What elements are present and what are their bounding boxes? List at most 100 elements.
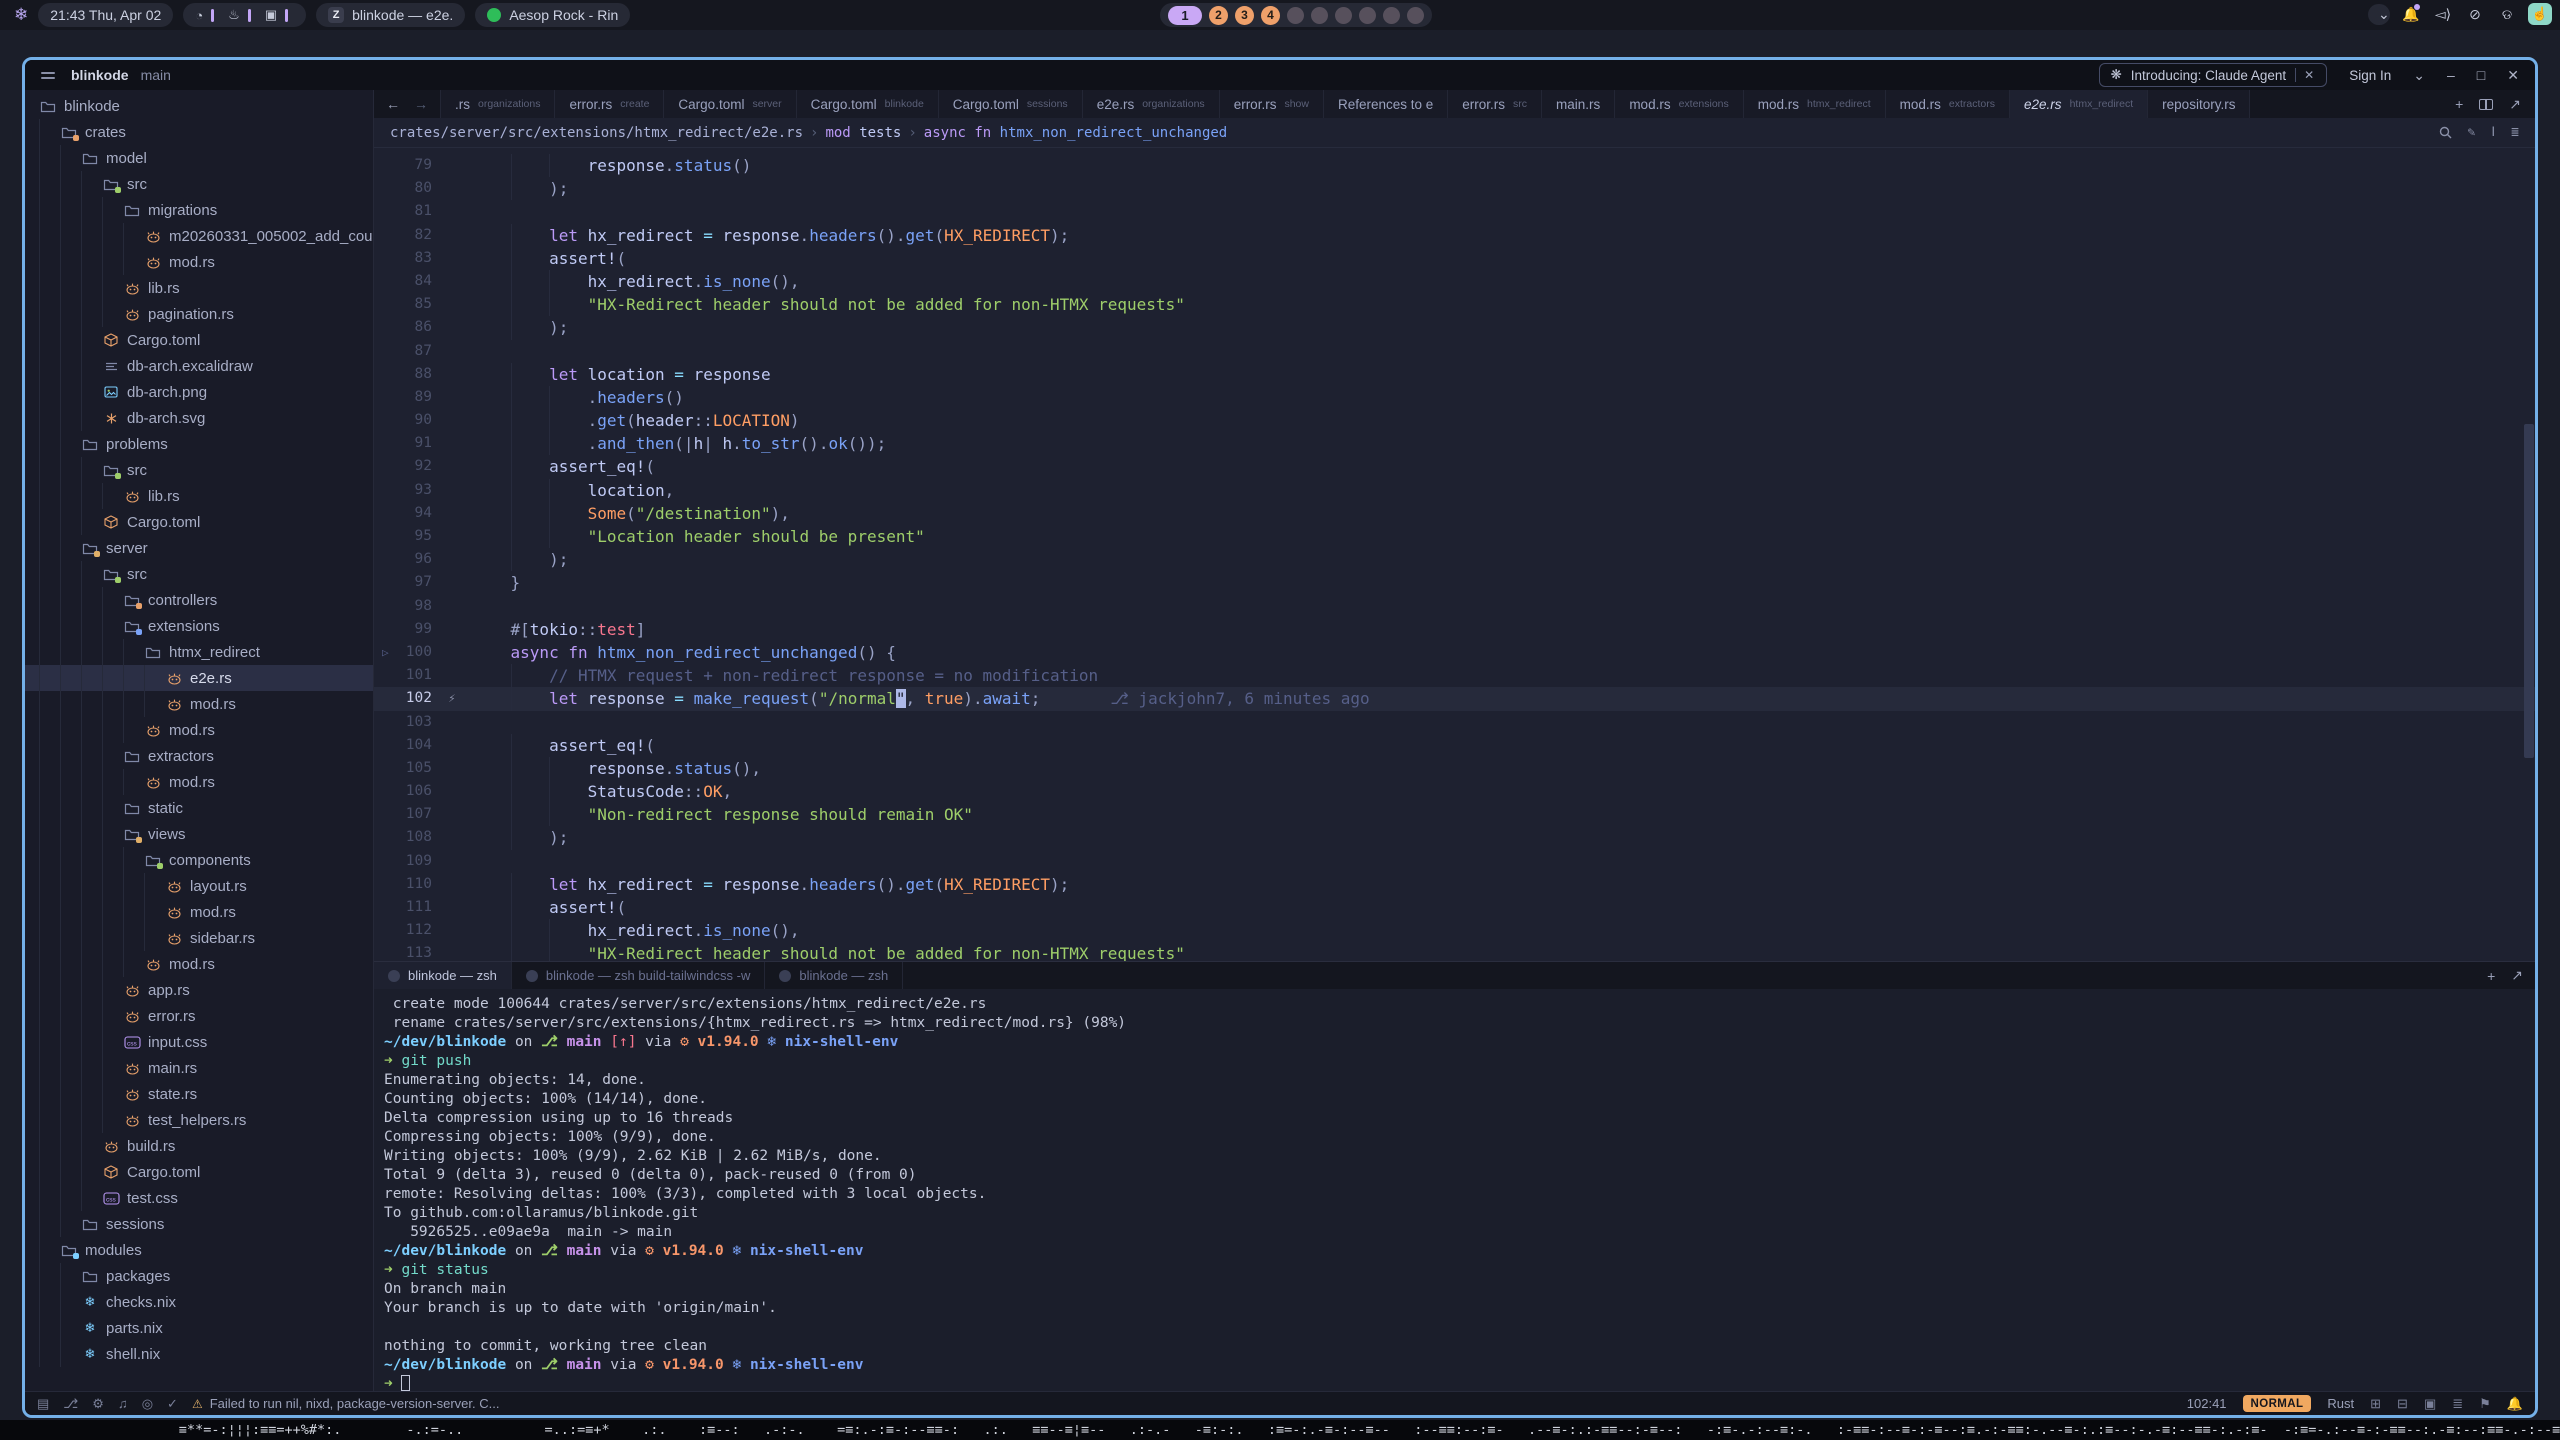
code-line-100[interactable]: ▷100 async fn htmx_non_redirect_unchange… xyxy=(374,641,2535,664)
code-line-93[interactable]: 93 location, xyxy=(374,479,2535,502)
close-button[interactable]: ✕ xyxy=(2507,67,2519,84)
workspace-empty[interactable] xyxy=(1287,7,1304,24)
tree-item-controllers[interactable]: controllers xyxy=(25,587,373,613)
code-line-83[interactable]: 83 assert!( xyxy=(374,247,2535,270)
banner-close-icon[interactable]: ✕ xyxy=(2295,68,2322,82)
editor-scrollbar-thumb[interactable] xyxy=(2524,424,2534,757)
zoom-pane-icon[interactable]: ↗ xyxy=(2509,96,2521,113)
tree-item-state.rs[interactable]: state.rs xyxy=(25,1081,373,1107)
editor-menu-icon[interactable]: ≣ xyxy=(2511,125,2519,140)
buffer-search-icon[interactable] xyxy=(2439,126,2452,139)
tab-e2e.rs[interactable]: e2e.rsorganizations xyxy=(1083,90,1220,118)
tab-main.rs[interactable]: main.rs xyxy=(1542,90,1615,118)
tree-item-mod.rs[interactable]: mod.rs xyxy=(25,717,373,743)
grid-icon[interactable]: ⊞ xyxy=(2370,1396,2381,1412)
tree-item-mod.rs[interactable]: mod.rs xyxy=(25,899,373,925)
cursor-info-icon[interactable]: Ⅰ xyxy=(2491,125,2495,140)
tree-item-test.css[interactable]: csstest.css xyxy=(25,1185,373,1211)
tree-item-mod.rs[interactable]: mod.rs xyxy=(25,951,373,977)
breadcrumb-fn-name[interactable]: htmx_non_redirect_unchanged xyxy=(1000,125,1228,141)
distro-logo-icon[interactable]: ❄ xyxy=(14,5,28,25)
tree-item-layout.rs[interactable]: layout.rs xyxy=(25,873,373,899)
owl-icon[interactable]: ଡ xyxy=(2496,6,2518,23)
git-branch-icon[interactable]: ⎇ xyxy=(63,1396,78,1412)
tree-item-views[interactable]: views xyxy=(25,821,373,847)
code-line-91[interactable]: 91 .and_then(|h| h.to_str().ok()); xyxy=(374,432,2535,455)
cursor-position[interactable]: 102:41 xyxy=(2187,1396,2227,1411)
tree-item-checks.nix[interactable]: ❄checks.nix xyxy=(25,1289,373,1315)
workspace-empty[interactable] xyxy=(1335,7,1352,24)
workspace-2[interactable]: 2 xyxy=(1209,6,1228,25)
code-line-109[interactable]: 109 xyxy=(374,850,2535,873)
tree-item-pagination.rs[interactable]: pagination.rs xyxy=(25,301,373,327)
tree-item-static[interactable]: static xyxy=(25,795,373,821)
workspace-empty[interactable] xyxy=(1407,7,1424,24)
tree-item-extractors[interactable]: extractors xyxy=(25,743,373,769)
workspace-empty[interactable] xyxy=(1311,7,1328,24)
media-widget[interactable]: Aesop Rock - Rin xyxy=(475,3,630,27)
code-line-99[interactable]: 99 #[tokio::test] xyxy=(374,618,2535,641)
minimize-button[interactable]: – xyxy=(2447,67,2455,83)
tab-.rs[interactable]: .rsorganizations xyxy=(441,90,555,118)
tree-item-db-arch.svg[interactable]: db-arch.svg xyxy=(25,405,373,431)
tree-item-src[interactable]: src xyxy=(25,171,373,197)
code-line-81[interactable]: 81 xyxy=(374,200,2535,223)
breadcrumb-mod-name[interactable]: tests xyxy=(859,125,901,141)
tree-item-db-arch.excalidraw[interactable]: db-arch.excalidraw xyxy=(25,353,373,379)
code-line-86[interactable]: 86 ); xyxy=(374,316,2535,339)
tree-item-build.rs[interactable]: build.rs xyxy=(25,1133,373,1159)
tree-item-extensions[interactable]: extensions xyxy=(25,613,373,639)
stats-widget[interactable]: ◔ ♨ ▣ xyxy=(183,3,306,27)
code-line-84[interactable]: 84 hx_redirect.is_none(), xyxy=(374,270,2535,293)
sign-in-button[interactable]: Sign In xyxy=(2349,68,2391,83)
claude-agent-banner[interactable]: ❋ Introducing: Claude Agent ✕ xyxy=(2099,63,2327,87)
code-line-82[interactable]: 82 let hx_redirect = response.headers().… xyxy=(374,224,2535,247)
app-menu-icon[interactable] xyxy=(41,72,55,79)
lsp-warning[interactable]: ⚠ Failed to run nil, nixd, package-versi… xyxy=(192,1396,500,1411)
panel-toggle-icon[interactable]: ▤ xyxy=(37,1396,49,1412)
tree-item-src[interactable]: src xyxy=(25,457,373,483)
tree-item-shell.nix[interactable]: ❄shell.nix xyxy=(25,1341,373,1367)
tab-repository.rs[interactable]: repository.rs xyxy=(2148,90,2250,118)
code-line-97[interactable]: 97 } xyxy=(374,571,2535,594)
run-test-icon[interactable]: ▷ xyxy=(382,641,389,664)
user-menu-chevron-icon[interactable]: ⌄ xyxy=(2413,67,2425,84)
tree-item-mod.rs[interactable]: mod.rs xyxy=(25,249,373,275)
code-line-98[interactable]: 98 xyxy=(374,595,2535,618)
inline-assist-icon[interactable]: ✎ xyxy=(2468,125,2476,140)
tree-item-app.rs[interactable]: app.rs xyxy=(25,977,373,1003)
tree-item-sidebar.rs[interactable]: sidebar.rs xyxy=(25,925,373,951)
code-line-111[interactable]: 111 assert!( xyxy=(374,896,2535,919)
active-window-widget[interactable]: Z blinkode — e2e. xyxy=(316,3,465,27)
workspace-empty[interactable] xyxy=(1383,7,1400,24)
code-line-112[interactable]: 112 hx_redirect.is_none(), xyxy=(374,919,2535,942)
tree-item-Cargo.toml[interactable]: Cargo.toml xyxy=(25,509,373,535)
project-name[interactable]: blinkode xyxy=(71,67,129,83)
tab-error.rs[interactable]: error.rsshow xyxy=(1220,90,1324,118)
tab-Cargo.toml[interactable]: Cargo.tomlblinkode xyxy=(797,90,939,118)
code-line-102[interactable]: 102⚡ let response = make_request("/norma… xyxy=(374,687,2535,710)
terminal-tab[interactable]: blinkode — zsh build-tailwindcss -w xyxy=(512,962,765,989)
code-line-90[interactable]: 90 .get(header::LOCATION) xyxy=(374,409,2535,432)
tree-item-blinkode[interactable]: blinkode xyxy=(25,93,373,119)
tab-e2e.rs[interactable]: e2e.rshtmx_redirect xyxy=(2010,90,2148,118)
settings-gear-icon[interactable]: ⚙ xyxy=(92,1396,104,1412)
maximize-button[interactable]: □ xyxy=(2477,67,2485,83)
tab-References-to-e[interactable]: References to e xyxy=(1324,90,1448,118)
tree-item-lib.rs[interactable]: lib.rs xyxy=(25,483,373,509)
tree-item-server[interactable]: server xyxy=(25,535,373,561)
workspace-empty[interactable] xyxy=(1359,7,1376,24)
code-line-92[interactable]: 92 assert_eq!( xyxy=(374,455,2535,478)
workspace-3[interactable]: 3 xyxy=(1235,6,1254,25)
tree-item-sessions[interactable]: sessions xyxy=(25,1211,373,1237)
code-line-110[interactable]: 110 let hx_redirect = response.headers()… xyxy=(374,873,2535,896)
tree-item-migrations[interactable]: migrations xyxy=(25,197,373,223)
code-line-105[interactable]: 105 response.status(), xyxy=(374,757,2535,780)
tree-item-problems[interactable]: problems xyxy=(25,431,373,457)
tab-Cargo.toml[interactable]: Cargo.tomlsessions xyxy=(939,90,1083,118)
workspace-4[interactable]: 4 xyxy=(1261,6,1280,25)
code-line-106[interactable]: 106 StatusCode::OK, xyxy=(374,780,2535,803)
code-line-95[interactable]: 95 "Location header should be present" xyxy=(374,525,2535,548)
tab-error.rs[interactable]: error.rscreate xyxy=(555,90,664,118)
tree-item-mod.rs[interactable]: mod.rs xyxy=(25,769,373,795)
